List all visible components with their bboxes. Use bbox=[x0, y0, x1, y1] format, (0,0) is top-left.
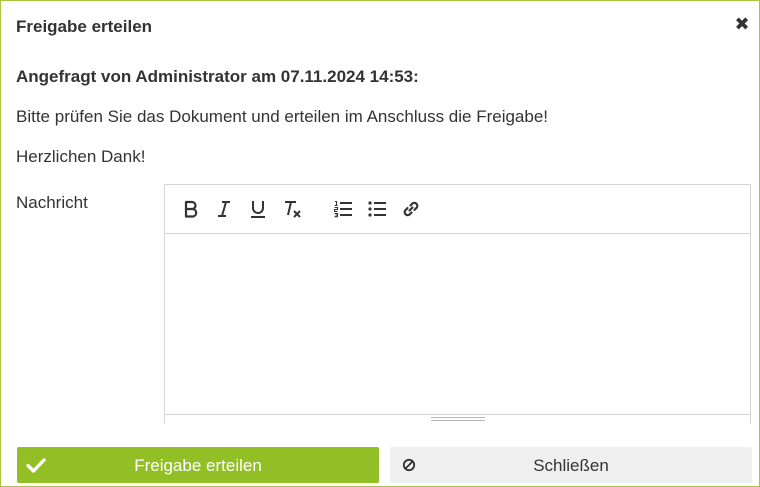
dialog-title: Freigabe erteilen bbox=[16, 17, 153, 36]
close-icon[interactable]: ✖ bbox=[734, 15, 750, 33]
message-editor bbox=[164, 184, 751, 424]
resize-handle[interactable] bbox=[431, 417, 485, 421]
approve-button[interactable]: Freigabe erteilen bbox=[17, 447, 379, 483]
link-button[interactable] bbox=[399, 197, 423, 221]
message-label: Nachricht bbox=[16, 193, 88, 212]
bold-button[interactable] bbox=[179, 197, 203, 221]
underline-button[interactable] bbox=[246, 197, 270, 221]
editor-toolbar bbox=[165, 185, 750, 234]
bullet-list-icon bbox=[368, 201, 386, 217]
close-button-label: Schließen bbox=[533, 456, 609, 475]
approval-dialog: Freigabe erteilen ✖ Angefragt von Admini… bbox=[0, 0, 760, 487]
thanks-text: Herzlichen Dank! bbox=[16, 147, 146, 166]
underline-icon bbox=[251, 201, 265, 218]
ordered-list-icon bbox=[333, 200, 352, 218]
clear-format-button[interactable] bbox=[280, 197, 304, 221]
italic-icon bbox=[218, 201, 230, 217]
italic-button[interactable] bbox=[212, 197, 236, 221]
bold-icon bbox=[184, 200, 198, 218]
editor-resize-bar bbox=[165, 414, 750, 424]
close-button[interactable]: Schließen bbox=[390, 447, 752, 483]
link-icon bbox=[403, 201, 419, 217]
instruction-text: Bitte prüfen Sie das Dokument und erteil… bbox=[16, 107, 549, 126]
message-textarea[interactable] bbox=[165, 234, 750, 414]
requested-by-text: Angefragt von Administrator am 07.11.202… bbox=[16, 67, 419, 86]
approve-button-label: Freigabe erteilen bbox=[134, 456, 262, 475]
ordered-list-button[interactable] bbox=[331, 197, 355, 221]
clear-format-icon bbox=[285, 201, 301, 218]
bullet-list-button[interactable] bbox=[365, 197, 389, 221]
